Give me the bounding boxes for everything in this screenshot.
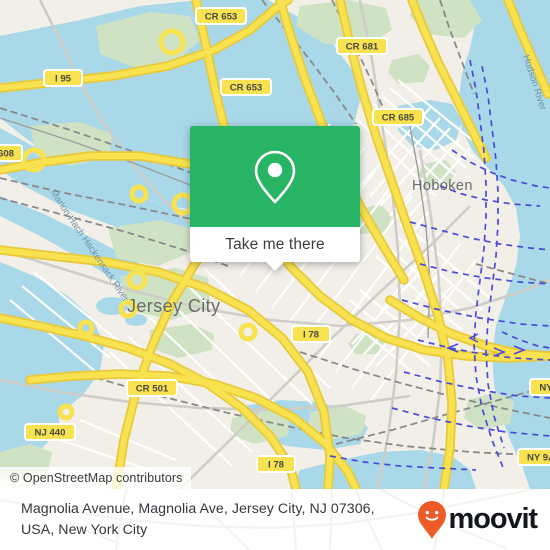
address-label: Magnolia Avenue, Magnolia Ave, Jersey Ci… xyxy=(21,500,375,538)
road-shield-label: CR 685 xyxy=(382,113,415,124)
road-shield: CR 501 xyxy=(126,379,178,397)
popup-footer[interactable]: Take me there xyxy=(190,227,360,262)
road-shield: NY 9A xyxy=(517,448,550,466)
road-shield-label: 608 xyxy=(0,149,15,160)
place-label-hoboken: Hoboken xyxy=(412,178,473,194)
road-shield-label: NJ 440 xyxy=(35,428,66,439)
road-shield-label: I 95 xyxy=(55,74,72,85)
road-shield: 608 xyxy=(0,144,23,162)
osm-attribution-text: © OpenStreetMap contributors xyxy=(10,471,183,485)
road-shield-label: CR 681 xyxy=(346,42,379,53)
popup-header xyxy=(190,126,360,227)
moovit-map-screenshot: Hudson River Marion Hach Hackensack Rive… xyxy=(0,0,550,550)
road-shield: I 78 xyxy=(256,455,296,473)
road-shield: CR 681 xyxy=(336,37,388,55)
map-pin-icon xyxy=(254,150,296,203)
moovit-wordmark: moovit xyxy=(448,503,539,535)
popup-pointer-tail xyxy=(266,262,284,271)
road-shield-label: I 78 xyxy=(268,460,285,471)
road-shield-label: I 78 xyxy=(303,330,320,341)
road-shield-label: NY 9A xyxy=(527,453,550,464)
take-me-there-button-label: Take me there xyxy=(225,235,325,253)
place-label-jersey-city: Jersey City xyxy=(127,296,220,316)
road-shield: I 95 xyxy=(43,69,83,87)
road-shield-label: CR 653 xyxy=(205,12,238,23)
road-shield: CR 653 xyxy=(195,7,247,25)
footer-bar: Magnolia Avenue, Magnolia Ave, Jersey Ci… xyxy=(0,489,550,550)
moovit-smiley-pin-icon xyxy=(417,500,446,539)
road-shield: CR 653 xyxy=(220,78,272,96)
road-shield-label: CR 501 xyxy=(136,384,169,395)
location-popup-card[interactable]: Take me there xyxy=(190,126,360,271)
road-shield: CR 685 xyxy=(372,108,424,126)
road-shield: NY xyxy=(529,378,550,396)
road-shield-label: CR 653 xyxy=(230,83,263,94)
osm-attribution[interactable]: © OpenStreetMap contributors xyxy=(0,467,191,489)
road-shield-label: NY xyxy=(539,383,550,394)
road-shield: I 78 xyxy=(291,325,331,343)
road-shield: NJ 440 xyxy=(24,423,76,441)
moovit-logo[interactable]: moovit xyxy=(417,500,539,540)
